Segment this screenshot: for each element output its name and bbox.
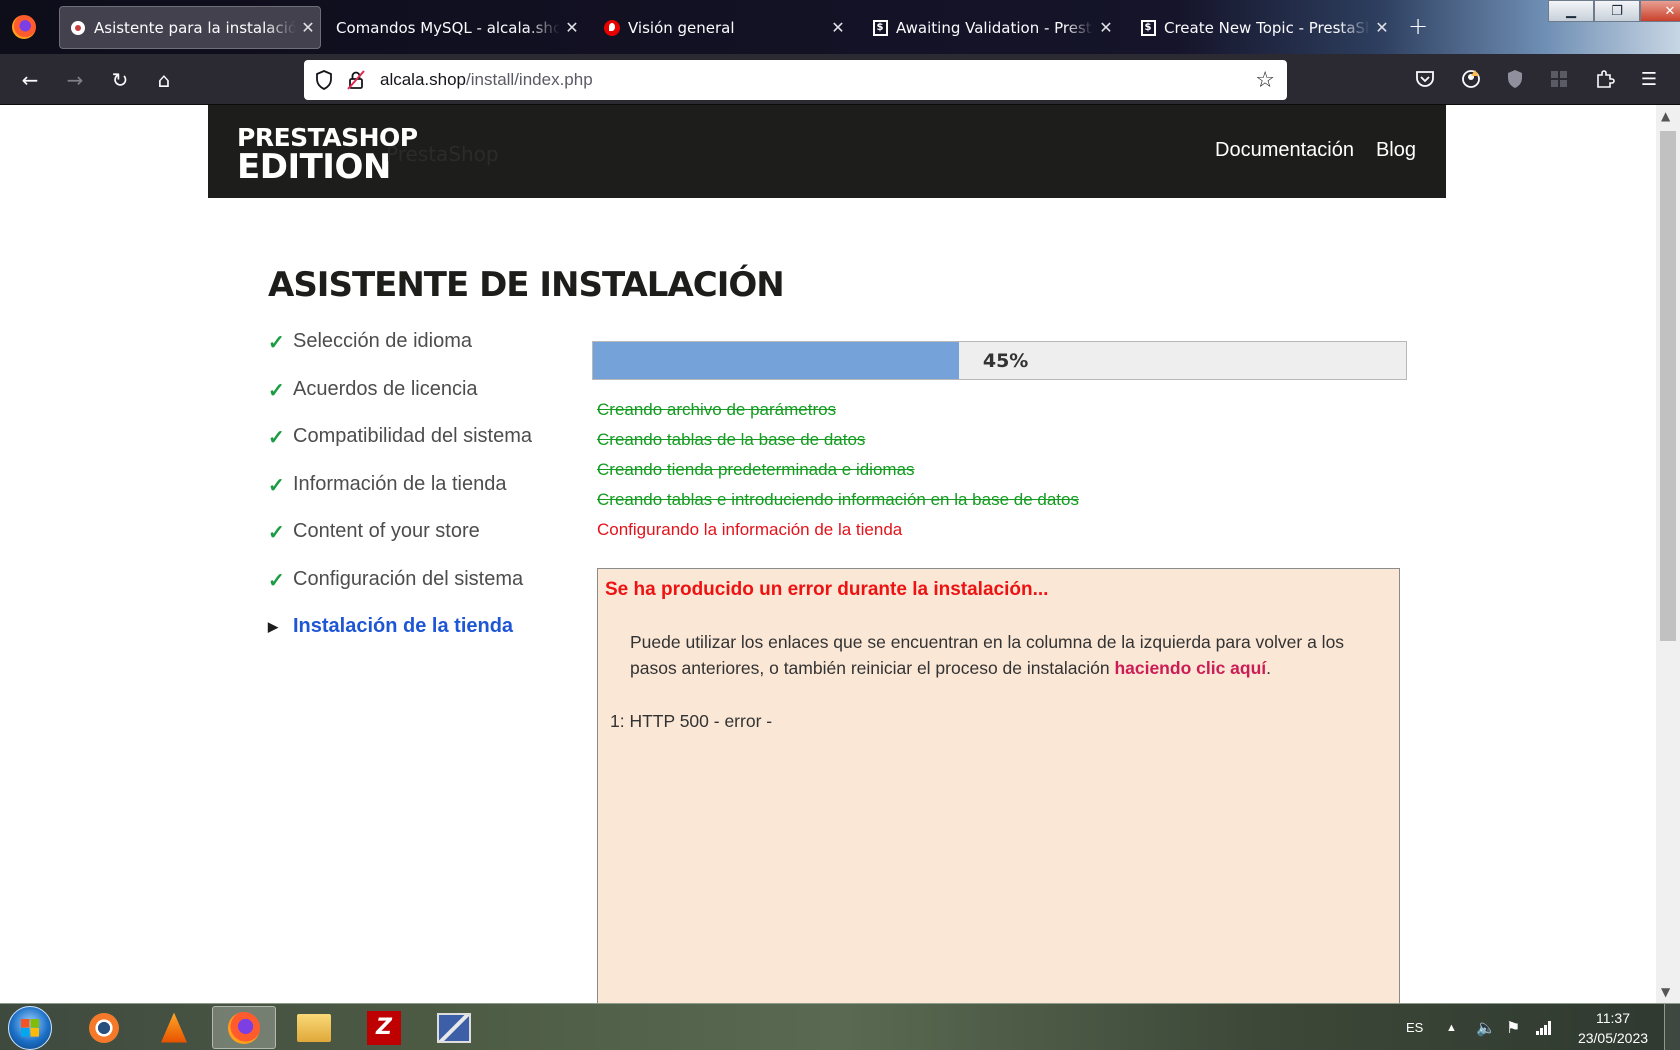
progress-fill	[593, 342, 959, 379]
install-log: Creando archivo de parámetros Creando ta…	[597, 395, 1079, 545]
checkmark-icon: ✓	[268, 332, 285, 354]
scroll-up-icon[interactable]: ▲	[1661, 109, 1670, 123]
network-icon[interactable]	[422, 1006, 486, 1049]
page-viewport: PRESTASHOP EDITION PrestaShop Documentac…	[0, 105, 1656, 1003]
page-title: ASISTENTE DE INSTALACIÓN	[268, 265, 785, 305]
log-item: Creando tablas e introduciendo informaci…	[597, 490, 1079, 509]
log-item: Creando tienda predeterminada e idiomas	[597, 460, 915, 479]
close-tab-icon[interactable]: ✕	[1094, 18, 1118, 37]
system-clock[interactable]: 11:37 23/05/2023	[1572, 1008, 1654, 1048]
close-tab-icon[interactable]: ✕	[296, 18, 320, 37]
tray-expand-icon[interactable]: ▲	[1446, 1004, 1457, 1050]
log-item-error: Configurando la información de la tienda	[597, 520, 903, 539]
taskbar: Z ES ▲ 🔈 ⚑ 11:37 23/05/2023	[0, 1003, 1680, 1050]
progress-percent: 45%	[982, 350, 1029, 372]
caret-right-icon: ▶	[268, 619, 278, 634]
site-nav: Documentación Blog	[1215, 139, 1416, 162]
puzzle-icon	[70, 20, 86, 36]
error-message: Puede utilizar los enlaces que se encuen…	[630, 632, 1345, 678]
url-text: alcala.shop/install/index.php	[380, 70, 593, 89]
filezilla-icon[interactable]: Z	[352, 1006, 416, 1049]
site-header: PRESTASHOP EDITION PrestaShop Documentac…	[208, 105, 1446, 198]
vlc-icon[interactable]	[142, 1006, 206, 1049]
show-desktop-button[interactable]	[1664, 1004, 1680, 1050]
url-bar[interactable]: alcala.shop/install/index.php ☆	[304, 60, 1287, 100]
error-code: 1: HTTP 500 - error -	[610, 711, 773, 731]
restore-icon[interactable]: ❐	[1594, 0, 1640, 22]
checkmark-icon: ✓	[268, 522, 285, 544]
new-tab-icon[interactable]: +	[1408, 12, 1428, 40]
close-tab-icon[interactable]: ✕	[560, 18, 584, 37]
step-license[interactable]: ✓ Acuerdos de licencia	[268, 378, 532, 426]
firefox-icon[interactable]	[212, 1006, 276, 1049]
menu-hamburger-icon[interactable]: ☰	[1636, 66, 1662, 92]
tab-vodafone[interactable]: Visión general ✕	[594, 6, 850, 49]
tab-create-topic[interactable]: $ Create New Topic - PrestaShop ✕	[1130, 6, 1394, 49]
folder-icon[interactable]	[282, 1006, 346, 1049]
home-icon[interactable]: ⌂	[150, 66, 178, 94]
error-panel: Se ha producido un error durante la inst…	[597, 568, 1400, 1003]
checkmark-icon: ✓	[268, 474, 285, 497]
step-compatibility[interactable]: ✓ Compatibilidad del sistema	[268, 425, 532, 473]
tab-label: Awaiting Validation - PrestaShop	[896, 18, 1094, 37]
language-indicator[interactable]: ES	[1406, 1004, 1423, 1050]
pocket-icon[interactable]	[1412, 66, 1438, 92]
step-system-config[interactable]: ✓ Configuración del sistema	[268, 568, 532, 616]
volume-icon[interactable]: 🔈	[1476, 1004, 1496, 1050]
log-item: Creando archivo de parámetros	[597, 400, 837, 419]
vodafone-icon	[604, 19, 620, 36]
extensions-puzzle-icon[interactable]	[1592, 66, 1618, 92]
install-progress-bar: 45%	[592, 341, 1407, 380]
error-title: Se ha producido un error durante la inst…	[605, 579, 1049, 600]
firefox-logo-icon[interactable]	[12, 15, 36, 39]
step-store-installation: ▶ Instalación de la tienda	[268, 615, 514, 637]
tab-label: Comandos MySQL - alcala.shop	[336, 18, 560, 37]
scrollbar-thumb[interactable]	[1660, 131, 1676, 641]
blender-icon[interactable]	[72, 1006, 136, 1049]
logo-alt-text: PrestaShop	[386, 142, 499, 166]
bookmark-star-icon[interactable]: ☆	[1255, 68, 1275, 93]
insecure-lock-icon[interactable]	[346, 70, 366, 90]
privacy-badger-icon[interactable]	[1502, 66, 1528, 92]
scroll-down-icon[interactable]: ▼	[1661, 985, 1670, 999]
minimize-icon[interactable]: ▁	[1548, 0, 1594, 22]
close-tab-icon[interactable]: ✕	[1370, 18, 1394, 37]
checkmark-icon: ✓	[268, 569, 285, 592]
tab-strip: Asistente para la instalación de PrestaS…	[0, 0, 1680, 54]
tab-label: Asistente para la instalación de PrestaS…	[94, 18, 296, 37]
action-center-flag-icon[interactable]: ⚑	[1506, 1004, 1520, 1050]
step-language[interactable]: ✓ Selección de idioma	[268, 330, 532, 378]
forward-arrow-icon[interactable]: →	[61, 66, 89, 94]
tab-awaiting-validation[interactable]: $ Awaiting Validation - PrestaShop ✕	[862, 6, 1118, 49]
reload-icon[interactable]: ↻	[106, 66, 134, 94]
checkmark-icon: ✓	[268, 427, 285, 449]
tab-label: Create New Topic - PrestaShop	[1164, 18, 1370, 37]
account-sync-icon[interactable]	[1458, 66, 1484, 92]
page-scrollbar[interactable]: ▲ ▼	[1656, 105, 1680, 1003]
step-store-info[interactable]: ✓ Información de la tienda	[268, 473, 532, 521]
shield-icon[interactable]	[314, 70, 334, 90]
prestashop-icon: $	[1140, 19, 1156, 36]
extension-grid-icon[interactable]	[1546, 66, 1572, 92]
restart-install-link[interactable]: haciendo clic aquí	[1114, 658, 1266, 678]
close-tab-icon[interactable]: ✕	[826, 18, 850, 37]
network-signal-icon[interactable]	[1536, 1004, 1552, 1050]
nav-link-documentation[interactable]: Documentación	[1215, 139, 1354, 162]
tab-mysql[interactable]: Comandos MySQL - alcala.shop ✕	[328, 6, 584, 49]
step-store-content[interactable]: ✓ Content of your store	[268, 520, 532, 568]
log-item: Creando tablas de la base de datos	[597, 430, 866, 449]
nav-toolbar: ← → ↻ ⌂ alcala.shop/install/index.php ☆ …	[0, 54, 1680, 105]
nav-link-blog[interactable]: Blog	[1376, 139, 1416, 162]
windows-start-icon[interactable]	[8, 1006, 52, 1050]
prestashop-icon: $	[872, 19, 888, 36]
tab-label: Visión general	[628, 18, 735, 37]
checkmark-icon: ✓	[268, 379, 285, 402]
back-arrow-icon[interactable]: ←	[16, 66, 44, 94]
window-controls: ▁ ❐ ✕	[1548, 0, 1680, 24]
tab-installer[interactable]: Asistente para la instalación de PrestaS…	[59, 6, 321, 49]
wizard-steps: ✓ Selección de idioma ✓ Acuerdos de licenc…	[268, 330, 532, 663]
close-window-icon[interactable]: ✕	[1640, 0, 1680, 22]
